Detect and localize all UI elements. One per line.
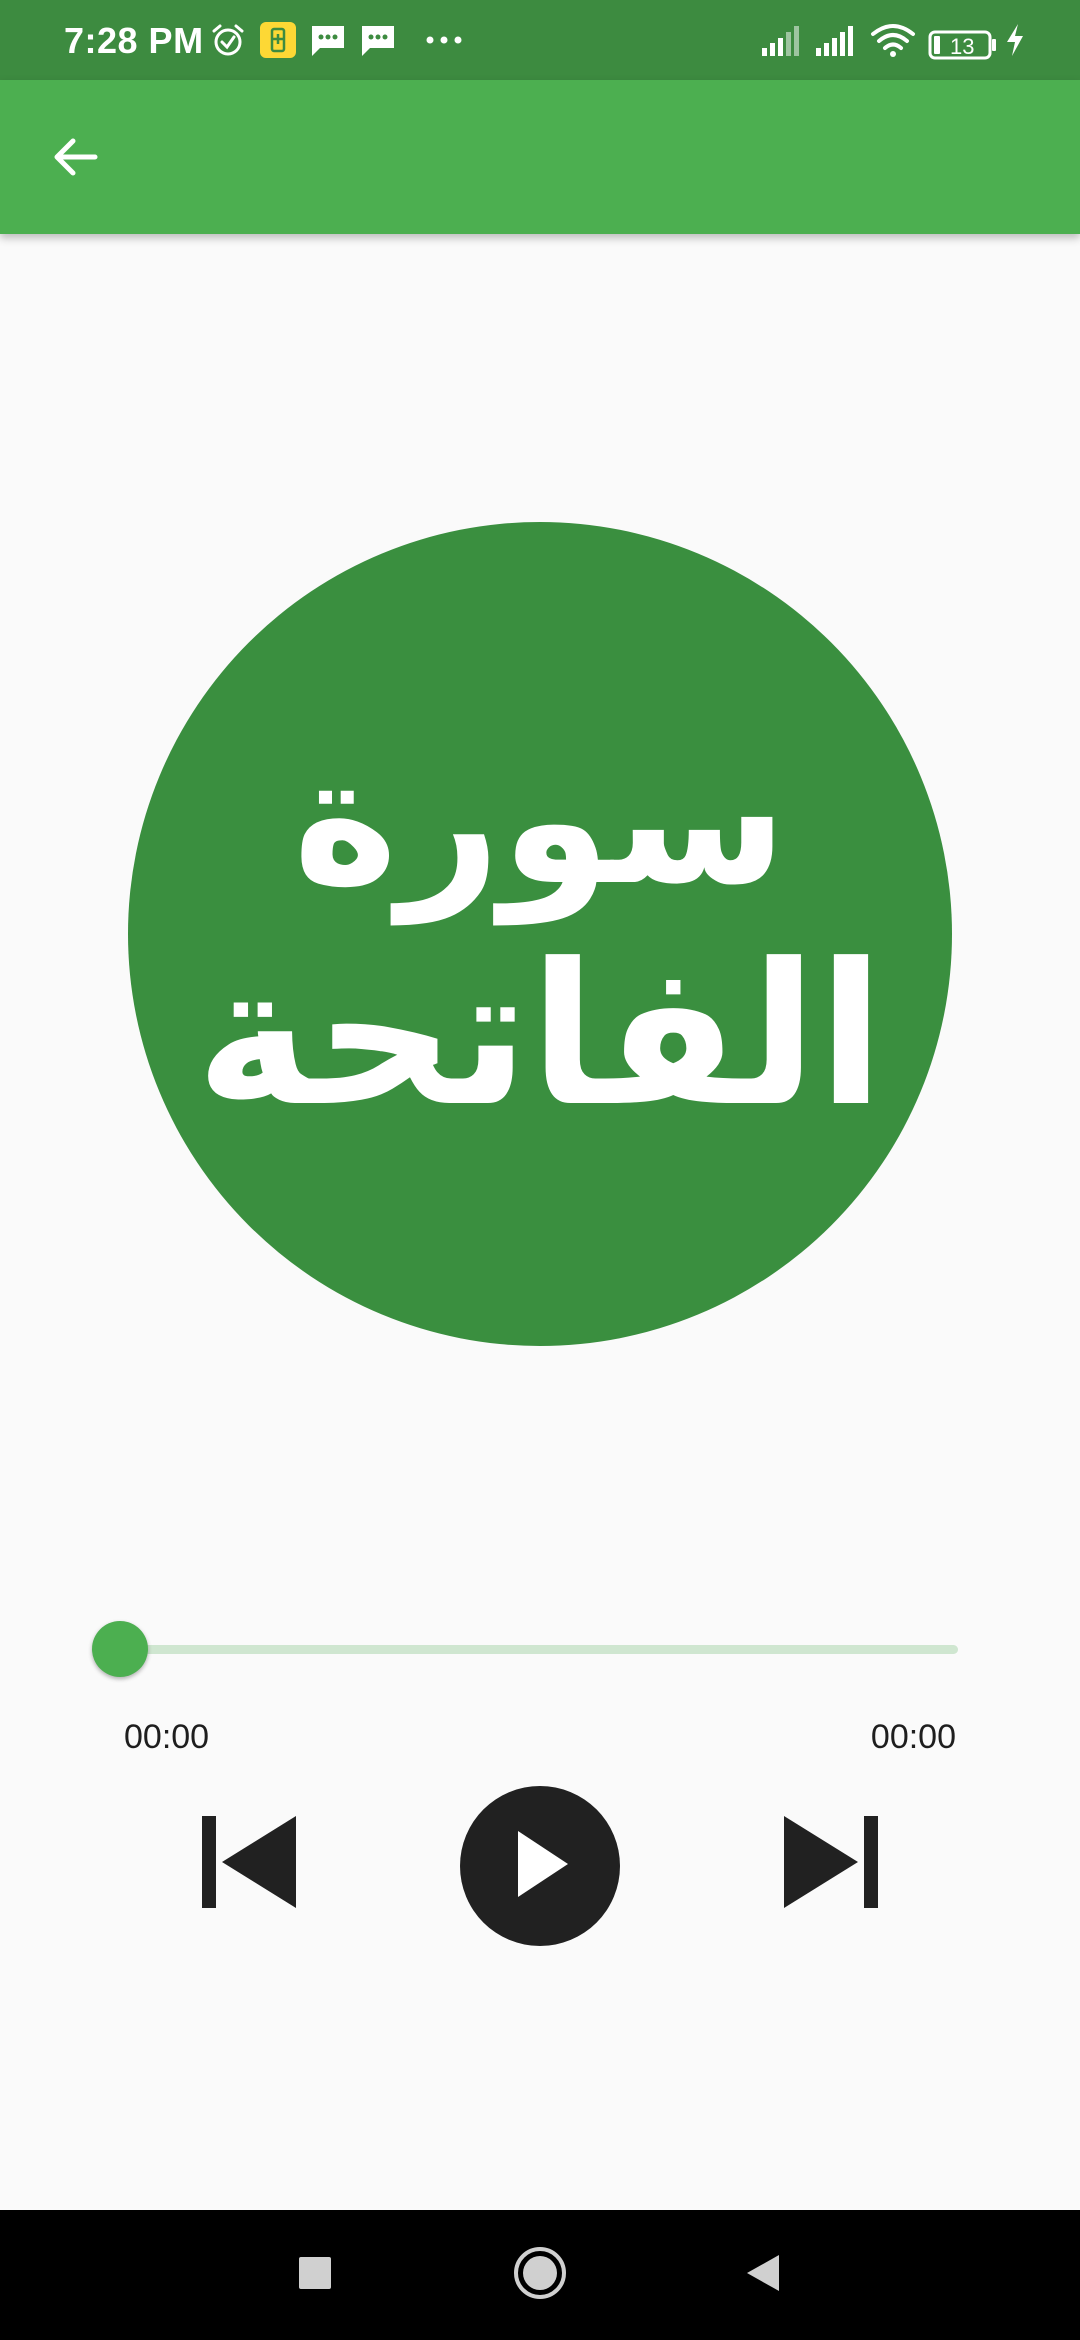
message-icon — [360, 22, 396, 58]
alarm-icon — [210, 22, 246, 58]
message-icon — [310, 22, 346, 58]
total-time: 00:00 — [870, 1718, 956, 1756]
system-back-button[interactable] — [728, 2240, 798, 2310]
play-button[interactable] — [460, 1786, 620, 1946]
home-button[interactable] — [505, 2240, 575, 2310]
seek-track — [120, 1645, 958, 1654]
previous-button[interactable] — [196, 1812, 300, 1916]
more-dots-icon — [424, 22, 464, 58]
system-nav-bar — [0, 2210, 1080, 2340]
arrow-left-icon — [51, 133, 99, 186]
skip-next-icon — [782, 1812, 882, 1917]
app-bar — [0, 80, 1080, 234]
play-icon — [508, 1829, 572, 1904]
surah-title-line-1: سورة — [292, 716, 788, 924]
back-triangle-icon — [743, 2253, 783, 2298]
wifi-icon — [870, 22, 916, 58]
home-circle-icon — [512, 2245, 568, 2306]
status-bar: 7:28 PM 13 — [0, 0, 1080, 80]
battery-level: 13 — [950, 34, 975, 59]
seek-thumb[interactable] — [92, 1621, 148, 1677]
recents-button[interactable] — [280, 2240, 350, 2310]
seek-bar[interactable] — [92, 1620, 962, 1677]
charging-icon — [1004, 22, 1026, 58]
skip-previous-icon — [198, 1812, 298, 1917]
signal-icon — [760, 22, 804, 58]
recents-square-icon — [298, 2256, 332, 2295]
surah-title-line-2: الفاتحة — [195, 921, 885, 1150]
status-time: 7:28 PM — [64, 20, 204, 61]
battery-saver-icon — [260, 22, 296, 58]
surah-cover: سورة الفاتحة — [128, 522, 952, 1346]
next-button[interactable] — [780, 1812, 884, 1916]
back-button[interactable] — [36, 122, 114, 196]
elapsed-time: 00:00 — [124, 1718, 210, 1756]
signal-icon — [814, 22, 858, 58]
player-screen: 7:28 PM 13 سورة الفاتحة 00:00 00:00 — [0, 0, 1080, 2340]
